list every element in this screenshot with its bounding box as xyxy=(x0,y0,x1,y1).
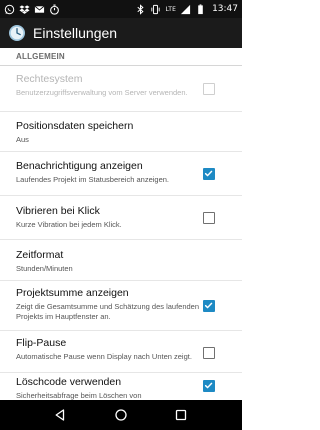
setting-summary: Zeigt die Gesamtsumme und Schätzung des … xyxy=(16,302,200,321)
setting-projektsumme-anzeigen[interactable]: Projektsumme anzeigen Zeigt die Gesamtsu… xyxy=(0,281,242,331)
setting-title: Flip-Pause xyxy=(16,337,67,349)
settings-list[interactable]: ALLGEMEIN Rechtesystem Benutzerzugriffsv… xyxy=(0,48,242,400)
system-icons: LTE 13:47 xyxy=(135,0,238,18)
benachrichtigung-checkbox[interactable] xyxy=(203,168,215,180)
setting-zeitformat[interactable]: Zeitformat Stunden/Minuten xyxy=(0,240,242,281)
recents-icon[interactable] xyxy=(173,407,189,423)
whatsapp-icon xyxy=(4,4,15,15)
setting-title: Zeitformat xyxy=(16,249,64,261)
setting-loeschcode-verwenden[interactable]: Löschcode verwenden Sicherheitsabfrage b… xyxy=(0,373,242,400)
setting-title: Vibrieren bei Klick xyxy=(16,205,100,217)
setting-rechtesystem: Rechtesystem Benutzerzugriffsverwaltung … xyxy=(0,66,242,112)
setting-title: Projektsumme anzeigen xyxy=(16,287,129,299)
notification-icons xyxy=(4,0,60,18)
vibrieren-checkbox[interactable] xyxy=(203,212,215,224)
setting-positionsdaten-speichern[interactable]: Positionsdaten speichern Aus xyxy=(0,112,242,152)
mail-icon xyxy=(34,4,45,15)
setting-summary: Laufendes Projekt im Statusbereich anzei… xyxy=(16,175,170,184)
navigation-bar xyxy=(0,400,242,430)
setting-summary: Stunden/Minuten xyxy=(16,264,73,273)
setting-summary: Aus xyxy=(16,135,29,144)
flip-pause-checkbox[interactable] xyxy=(203,347,215,359)
battery-icon xyxy=(195,3,206,15)
signal-icon xyxy=(180,4,191,15)
app-bar: Einstellungen xyxy=(0,18,242,48)
setting-flip-pause[interactable]: Flip-Pause Automatische Pause wenn Displ… xyxy=(0,331,242,373)
status-bar: LTE 13:47 xyxy=(0,0,242,18)
setting-title: Benachrichtigung anzeigen xyxy=(16,160,143,172)
network-type-label: LTE xyxy=(165,5,177,13)
section-header-allgemein: ALLGEMEIN xyxy=(0,48,242,66)
setting-vibrieren-bei-klick[interactable]: Vibrieren bei Klick Kurze Vibration bei … xyxy=(0,196,242,240)
bluetooth-icon xyxy=(135,3,146,15)
back-icon[interactable] xyxy=(52,407,68,423)
setting-benachrichtigung-anzeigen[interactable]: Benachrichtigung anzeigen Laufendes Proj… xyxy=(0,152,242,196)
clock-app-icon[interactable] xyxy=(8,24,26,42)
rechtesystem-checkbox xyxy=(203,83,215,95)
setting-summary: Kurze Vibration bei jedem Klick. xyxy=(16,220,122,229)
setting-summary: Automatische Pause wenn Display nach Unt… xyxy=(16,352,192,361)
setting-title: Rechtesystem xyxy=(16,73,83,85)
page-title: Einstellungen xyxy=(33,25,118,41)
vibrate-icon xyxy=(150,4,161,15)
timer-icon xyxy=(49,4,60,15)
projektsumme-checkbox[interactable] xyxy=(203,300,215,312)
clock-time: 13:47 xyxy=(212,4,238,14)
setting-summary: Benutzerzugriffsverwaltung vom Server ve… xyxy=(16,88,188,97)
dropbox-icon xyxy=(19,4,30,15)
home-icon[interactable] xyxy=(113,407,129,423)
loeschcode-checkbox[interactable] xyxy=(203,380,215,392)
setting-title: Löschcode verwenden xyxy=(16,376,122,388)
setting-title: Positionsdaten speichern xyxy=(16,120,134,132)
setting-summary: Sicherheitsabfrage beim Löschen von xyxy=(16,391,142,400)
